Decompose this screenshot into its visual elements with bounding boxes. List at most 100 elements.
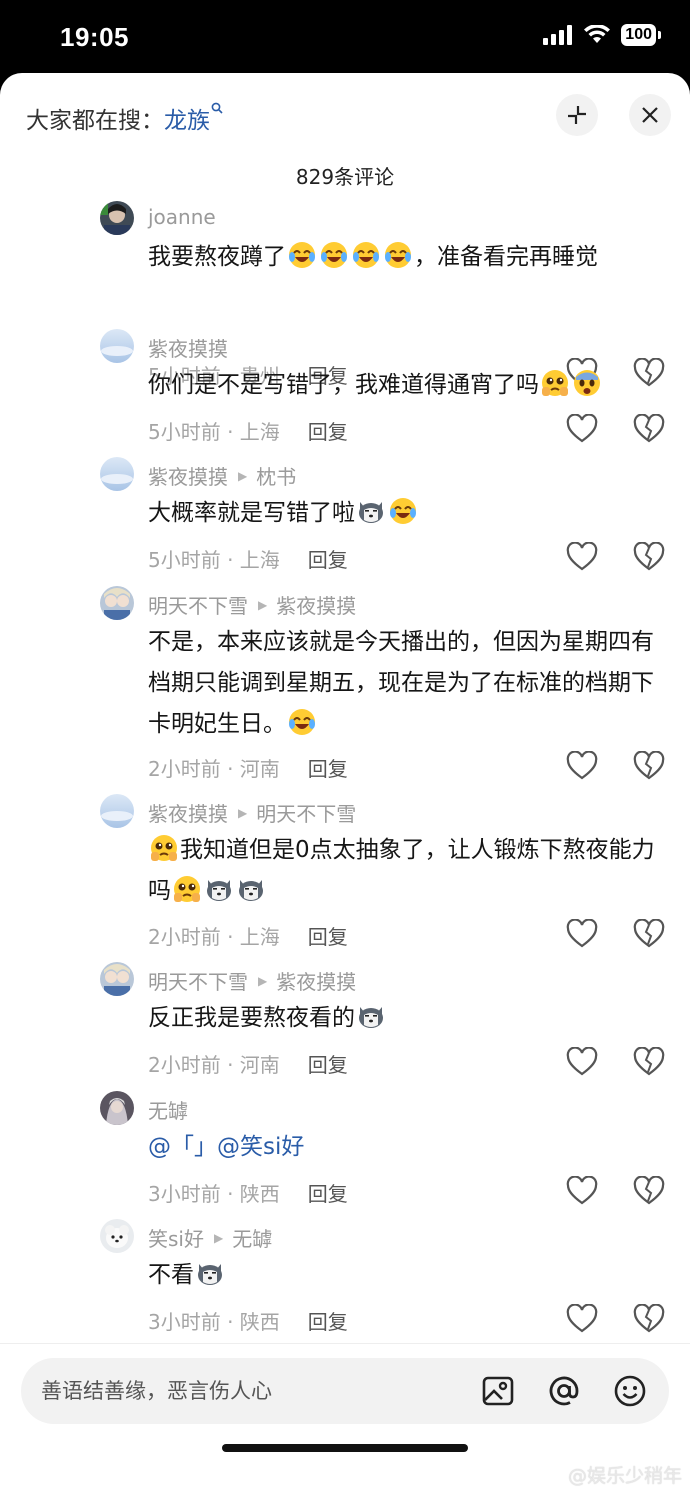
comment-text-content: 不是，本来应该就是今天播出的，但因为星期四有档期只能调到星期五，现在是为了在标准…	[148, 629, 654, 737]
reply-button[interactable]: 回复	[308, 416, 348, 445]
dislike-broken-heart-icon[interactable]	[633, 919, 665, 949]
comment-input[interactable]	[41, 1377, 441, 1405]
dislike-broken-heart-icon[interactable]	[633, 1047, 665, 1077]
avatar[interactable]	[100, 1091, 134, 1125]
like-heart-icon[interactable]	[566, 1304, 598, 1334]
comment-author[interactable]: 明天不下雪	[148, 966, 248, 995]
like-heart-icon[interactable]	[566, 919, 598, 949]
comment-author-line: 笑si好 ▶ 无罅	[148, 1223, 272, 1252]
reply-button[interactable]: 回复	[308, 753, 348, 782]
laughing-crying-emoji-icon	[385, 242, 411, 268]
reply-arrow-icon: ▶	[213, 1230, 224, 1245]
comment-count: 829条评论	[295, 165, 395, 189]
comment-author[interactable]: 无罅	[148, 1095, 188, 1124]
reply-arrow-icon: ▶	[238, 805, 248, 820]
like-heart-icon[interactable]	[566, 414, 598, 444]
avatar[interactable]	[100, 586, 134, 620]
comment-sheet: 大家都在搜： 龙族 829条评论 joanne 我要熬夜蹲了 ，准备看完再睡觉 …	[0, 73, 690, 1493]
avatar[interactable]	[100, 794, 134, 828]
reply-target[interactable]: 枕书	[256, 461, 296, 490]
comment-author-line: 紫夜摸摸	[148, 333, 228, 362]
laughing-crying-emoji-icon	[289, 242, 315, 268]
comment-time-location: 2小时前 · 上海	[148, 925, 280, 949]
comment-author[interactable]: 紫夜摸摸	[148, 333, 228, 362]
comment-composer	[21, 1358, 669, 1424]
comment-text: 反正我是要熬夜看的	[148, 998, 668, 1039]
comment-text-content: 你们是不是写错了，我难道得通宵了吗	[148, 372, 539, 398]
comment-text: 大概率就是写错了啦	[148, 493, 668, 534]
trending-search[interactable]: 大家都在搜： 龙族	[26, 101, 223, 135]
like-heart-icon[interactable]	[566, 1176, 598, 1206]
close-button[interactable]	[629, 94, 671, 136]
home-indicator	[222, 1444, 468, 1452]
reply-button[interactable]: 回复	[308, 544, 348, 573]
search-icon	[211, 102, 223, 118]
reply-target[interactable]: 无罅	[232, 1223, 272, 1252]
comment-author[interactable]: 紫夜摸摸	[148, 461, 228, 490]
reply-button[interactable]: 回复	[308, 1306, 348, 1335]
reply-target[interactable]: 紫夜摸摸	[276, 590, 356, 619]
trending-search-prefix: 大家都在搜：	[26, 108, 164, 134]
comment-time-location: 2小时前 · 河南	[148, 1053, 280, 1077]
pleading-emoji-icon	[174, 876, 200, 902]
sheet-header: 大家都在搜： 龙族	[0, 73, 690, 158]
comment-author-line: 明天不下雪 ▶ 紫夜摸摸	[148, 966, 356, 995]
composer-bar: @娱乐少稍年	[0, 1343, 690, 1493]
dislike-broken-heart-icon[interactable]	[633, 751, 665, 781]
image-icon[interactable]	[480, 1373, 516, 1409]
comment-time-location: 2小时前 · 河南	[148, 757, 280, 781]
comment-meta: 2小时前 · 河南 回复	[148, 753, 348, 782]
trending-search-term[interactable]: 龙族	[164, 101, 210, 135]
comment-text: 我知道但是0点太抽象了，让人锻炼下熬夜能力吗	[148, 830, 668, 912]
husky-emoji-icon	[198, 1264, 222, 1285]
avatar[interactable]	[100, 1219, 134, 1253]
reply-target[interactable]: 明天不下雪	[256, 798, 356, 827]
reply-button[interactable]: 回复	[308, 1178, 348, 1207]
avatar[interactable]	[100, 457, 134, 491]
dislike-broken-heart-icon[interactable]	[633, 1304, 665, 1334]
reply-arrow-icon: ▶	[258, 973, 268, 988]
comment-text-content[interactable]: @「」@笑si好	[148, 1134, 304, 1160]
comment-author-line: joanne	[148, 205, 216, 229]
like-heart-icon[interactable]	[566, 1047, 598, 1077]
comment-author[interactable]: 紫夜摸摸	[148, 798, 228, 827]
comment-time-location: 5小时前 · 上海	[148, 420, 280, 444]
comment-author[interactable]: 笑si好	[148, 1223, 204, 1252]
avatar[interactable]	[100, 962, 134, 996]
comment-author[interactable]: joanne	[148, 205, 216, 229]
avatar[interactable]	[100, 329, 134, 363]
comment-text: 你们是不是写错了，我难道得通宵了吗	[148, 365, 668, 406]
comment-text: 我要熬夜蹲了 ，准备看完再睡觉	[148, 237, 668, 278]
pleading-emoji-icon	[151, 835, 177, 861]
comment-author-line: 明天不下雪 ▶ 紫夜摸摸	[148, 590, 356, 619]
emoji-picker-icon[interactable]	[612, 1373, 648, 1409]
comment-text: 不是，本来应该就是今天播出的，但因为星期四有档期只能调到星期五，现在是为了在标准…	[148, 622, 668, 745]
status-time: 19:05	[60, 22, 129, 52]
comment-text[interactable]: @「」@笑si好	[148, 1127, 668, 1168]
reply-arrow-icon: ▶	[258, 597, 268, 612]
comment-meta: 2小时前 · 河南 回复	[148, 1049, 348, 1078]
like-heart-icon[interactable]	[566, 542, 598, 572]
comment-text-tail: ，准备看完再睡觉	[414, 244, 598, 270]
comment-author[interactable]: 明天不下雪	[148, 590, 248, 619]
comment-author-line: 紫夜摸摸 ▶ 明天不下雪	[148, 798, 356, 827]
comment-meta: 5小时前 · 上海 回复	[148, 544, 348, 573]
avatar[interactable]	[100, 201, 134, 235]
wifi-icon	[584, 25, 611, 43]
comment-time-location: 3小时前 · 陕西	[148, 1182, 280, 1206]
laughing-crying-emoji-icon	[353, 242, 379, 268]
comment-text-content: 我要熬夜蹲了	[148, 244, 286, 270]
comment-meta: 2小时前 · 上海 回复	[148, 921, 348, 950]
dislike-broken-heart-icon[interactable]	[633, 414, 665, 444]
comment-meta: 5小时前 · 上海 回复	[148, 416, 348, 445]
like-heart-icon[interactable]	[566, 751, 598, 781]
close-icon	[642, 107, 658, 123]
reply-button[interactable]: 回复	[308, 921, 348, 950]
mention-at-icon[interactable]	[546, 1373, 582, 1409]
comment-author-line: 紫夜摸摸 ▶ 枕书	[148, 461, 296, 490]
dislike-broken-heart-icon[interactable]	[633, 542, 665, 572]
dislike-broken-heart-icon[interactable]	[633, 1176, 665, 1206]
collapse-button[interactable]	[556, 94, 598, 136]
reply-target[interactable]: 紫夜摸摸	[276, 966, 356, 995]
reply-button[interactable]: 回复	[308, 1049, 348, 1078]
